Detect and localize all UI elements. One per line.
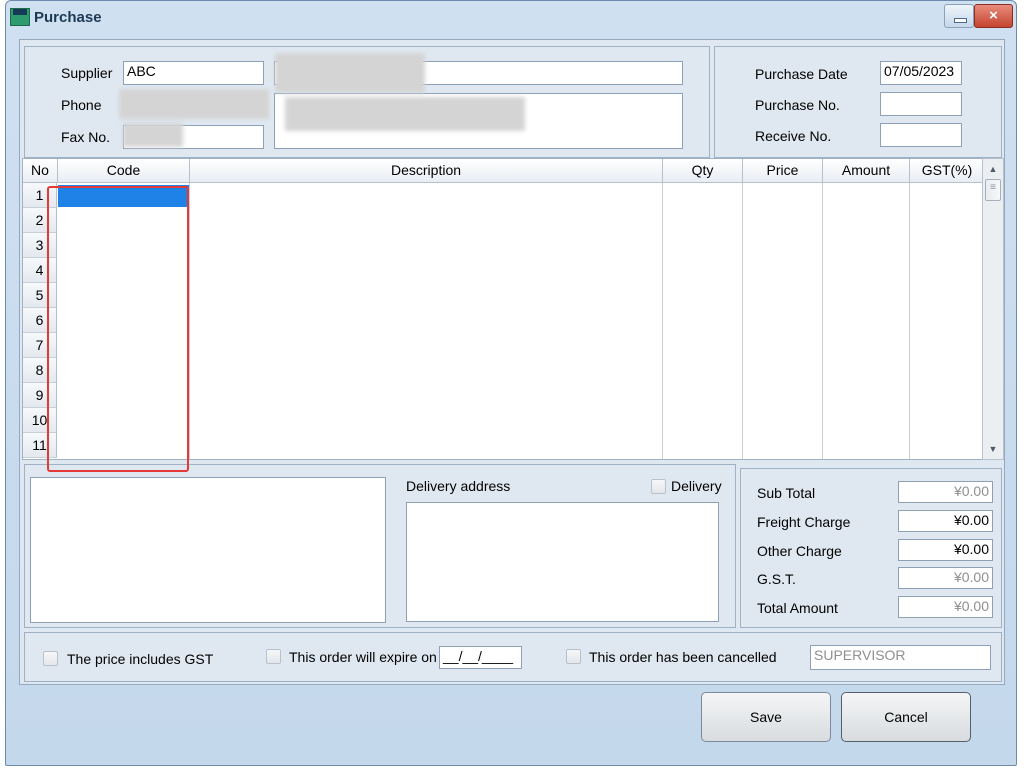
column-divider xyxy=(189,183,190,459)
supplier-code-input[interactable]: ABC xyxy=(123,61,264,85)
selected-code-cell[interactable] xyxy=(58,185,189,207)
includes-gst-label: The price includes GST xyxy=(67,651,214,667)
column-header-price[interactable]: Price xyxy=(743,159,823,183)
row-header[interactable]: 9 xyxy=(23,383,57,408)
freight-charge-label: Freight Charge xyxy=(757,514,851,530)
window-title: Purchase xyxy=(34,9,102,26)
redacted-phone xyxy=(119,89,269,119)
column-header-amount[interactable]: Amount xyxy=(823,159,910,183)
form-body: Supplier ABC Phone Fax No. Purchase Date… xyxy=(19,39,1005,685)
app-icon xyxy=(10,8,30,26)
column-divider xyxy=(662,183,663,459)
row-header[interactable]: 3 xyxy=(23,233,57,258)
cancel-button[interactable]: Cancel xyxy=(841,692,971,742)
total-amount-value: ¥0.00 xyxy=(898,596,993,618)
scroll-down-icon[interactable]: ▼ xyxy=(986,442,1000,456)
purchase-window: Purchase × Supplier ABC Phone Fax No. Pu… xyxy=(5,0,1017,766)
save-button[interactable]: Save xyxy=(701,692,831,742)
scroll-thumb[interactable]: ≡ xyxy=(985,179,1001,201)
totals-panel: Sub Total ¥0.00 Freight Charge ¥0.00 Oth… xyxy=(740,468,1002,628)
redacted-fax xyxy=(123,123,183,147)
redacted-name xyxy=(275,53,425,93)
includes-gst-checkbox[interactable] xyxy=(43,651,58,666)
receive-no-input[interactable] xyxy=(880,123,962,147)
delivery-checkbox[interactable] xyxy=(651,479,666,494)
purchase-date-input[interactable]: 07/05/2023 xyxy=(880,61,962,85)
user-field: SUPERVISOR xyxy=(810,645,991,670)
column-header-code[interactable]: Code xyxy=(58,159,190,183)
row-header[interactable]: 2 xyxy=(23,208,57,233)
gst-label: G.S.T. xyxy=(757,571,796,587)
sub-total-label: Sub Total xyxy=(757,485,816,501)
sub-total-value: ¥0.00 xyxy=(898,481,993,503)
other-charge-input[interactable]: ¥0.00 xyxy=(898,539,993,561)
notes-textarea[interactable] xyxy=(30,477,386,623)
row-header[interactable]: 6 xyxy=(23,308,57,333)
row-header[interactable]: 8 xyxy=(23,358,57,383)
notes-delivery-panel: Delivery address Delivery xyxy=(24,464,736,628)
column-divider xyxy=(822,183,823,459)
order-options-panel: The price includes GST This order will e… xyxy=(24,632,1002,682)
column-divider xyxy=(742,183,743,459)
row-header[interactable]: 7 xyxy=(23,333,57,358)
row-header[interactable]: 5 xyxy=(23,283,57,308)
row-header[interactable]: 11 xyxy=(23,433,57,458)
title-bar[interactable]: Purchase × xyxy=(6,1,1016,35)
column-header-qty[interactable]: Qty xyxy=(663,159,743,183)
row-header[interactable]: 4 xyxy=(23,258,57,283)
expire-date-input[interactable]: __/__/____ xyxy=(439,646,522,669)
gst-value: ¥0.00 xyxy=(898,567,993,589)
receive-no-label: Receive No. xyxy=(755,128,832,144)
redacted-address xyxy=(285,97,525,131)
fax-label: Fax No. xyxy=(61,129,111,145)
other-charge-label: Other Charge xyxy=(757,543,842,559)
supplier-label: Supplier xyxy=(61,65,113,81)
minimize-button[interactable] xyxy=(944,4,974,28)
cancelled-label: This order has been cancelled xyxy=(589,649,777,665)
phone-label: Phone xyxy=(61,97,102,113)
row-header[interactable]: 10 xyxy=(23,408,57,433)
total-amount-label: Total Amount xyxy=(757,600,838,616)
cancelled-checkbox[interactable] xyxy=(566,649,581,664)
purchase-no-input[interactable] xyxy=(880,92,962,116)
column-divider xyxy=(909,183,910,459)
supplier-panel: Supplier ABC Phone Fax No. xyxy=(24,46,710,158)
column-header-gst[interactable]: GST(%) xyxy=(910,159,983,183)
delivery-address-label: Delivery address xyxy=(406,478,511,494)
items-grid[interactable]: No Code Description Qty Price Amount GST… xyxy=(22,158,984,460)
delivery-address-textarea[interactable] xyxy=(406,502,719,622)
grid-vertical-scrollbar[interactable]: ▲ ≡ ▼ xyxy=(982,158,1004,460)
close-button[interactable]: × xyxy=(974,4,1013,28)
purchase-date-label: Purchase Date xyxy=(755,66,848,82)
row-header[interactable]: 1 xyxy=(23,183,57,208)
purchase-info-panel: Purchase Date 07/05/2023 Purchase No. Re… xyxy=(714,46,1002,158)
expire-label: This order will expire on xyxy=(289,649,437,665)
column-header-no[interactable]: No xyxy=(23,159,58,183)
freight-charge-input[interactable]: ¥0.00 xyxy=(898,510,993,532)
expire-checkbox[interactable] xyxy=(266,649,281,664)
column-header-description[interactable]: Description xyxy=(190,159,663,183)
delivery-checkbox-label: Delivery xyxy=(671,478,722,494)
purchase-no-label: Purchase No. xyxy=(755,97,840,113)
scroll-up-icon[interactable]: ▲ xyxy=(986,162,1000,176)
